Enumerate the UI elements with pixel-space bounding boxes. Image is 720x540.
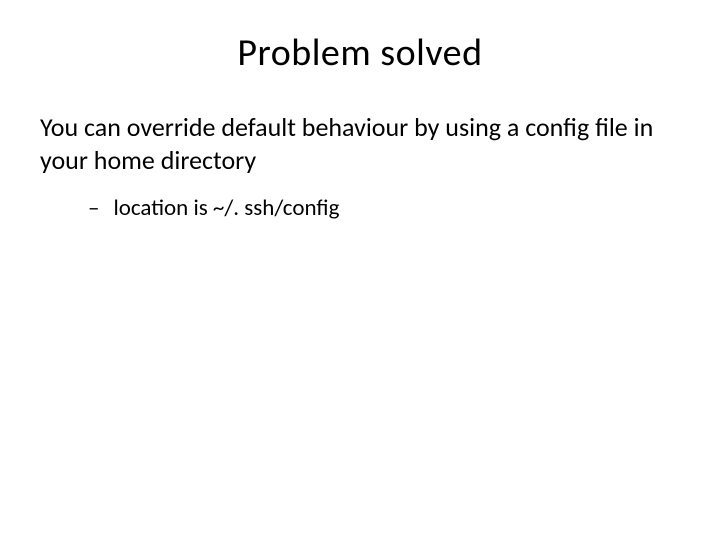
sub-bullet-text: location is ~/. ssh/config bbox=[113, 194, 339, 224]
slide-title: Problem solved bbox=[40, 30, 680, 76]
slide-container: Problem solved You can override default … bbox=[0, 0, 720, 540]
bullet-dash-icon: – bbox=[88, 194, 99, 224]
sub-bullet-item: – location is ~/. ssh/config bbox=[40, 194, 680, 224]
slide-body-text: You can override default behaviour by us… bbox=[40, 111, 680, 176]
